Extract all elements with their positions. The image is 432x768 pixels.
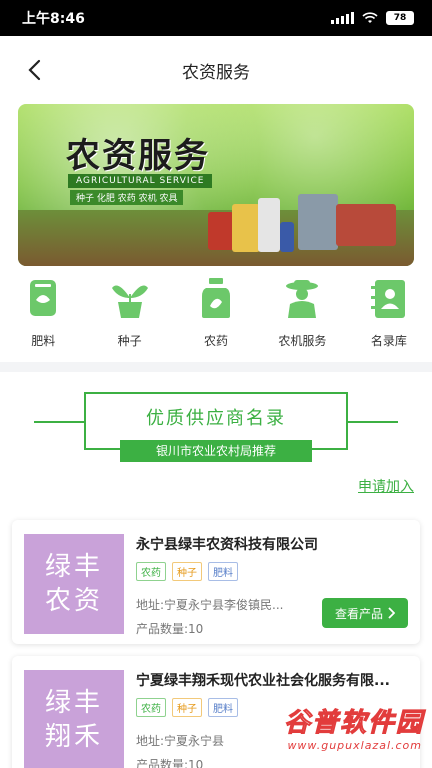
chevron-right-icon bbox=[388, 607, 395, 619]
supplier-section: 优质供应商名录 银川市农业农村局推荐 申请加入 绿丰 农资 永宁县绿丰农资科技有… bbox=[0, 372, 432, 768]
chevron-left-icon bbox=[28, 59, 41, 81]
tag-pesticide: 农药 bbox=[136, 698, 166, 717]
category-machinery[interactable]: 农机服务 bbox=[259, 276, 345, 356]
battery-icon: 78 bbox=[386, 11, 414, 25]
category-grid: 肥料 种子 农药 农机服务 名录库 bbox=[0, 276, 432, 356]
top-section: 农资服务 AGRICULTURAL SERVICE 种子 化肥 农药 农机 农具… bbox=[0, 104, 432, 362]
supplier-subtitle: 银川市农业农村局推荐 bbox=[120, 440, 312, 462]
category-pesticide[interactable]: 农药 bbox=[173, 276, 259, 356]
product-count: 产品数量:10 bbox=[136, 622, 204, 636]
category-label: 农机服务 bbox=[278, 334, 327, 348]
nav-bar: 农资服务 bbox=[0, 36, 432, 104]
contact-book-icon bbox=[370, 280, 405, 318]
supplier-title: 优质供应商名录 bbox=[146, 408, 286, 429]
product-bag bbox=[258, 198, 280, 252]
tag-pesticide: 农药 bbox=[136, 562, 166, 581]
divider bbox=[346, 421, 398, 423]
apply-join-link[interactable]: 申请加入 bbox=[358, 476, 414, 496]
farmer-icon bbox=[286, 280, 319, 318]
status-bar: 上午8:46 78 bbox=[0, 0, 432, 36]
supplier-header: 优质供应商名录 银川市农业农村局推荐 bbox=[0, 392, 432, 462]
fertilizer-icon bbox=[30, 280, 57, 316]
category-directory[interactable]: 名录库 bbox=[346, 276, 432, 356]
back-button[interactable] bbox=[18, 54, 50, 86]
status-icons: 78 bbox=[331, 11, 414, 25]
banner[interactable]: 农资服务 AGRICULTURAL SERVICE 种子 化肥 农药 农机 农具 bbox=[18, 104, 414, 266]
tag-seed: 种子 bbox=[172, 562, 202, 581]
category-label: 种子 bbox=[117, 334, 142, 348]
page-title: 农资服务 bbox=[182, 62, 250, 83]
category-label: 肥料 bbox=[31, 334, 56, 348]
divider bbox=[34, 421, 86, 423]
company-card[interactable]: 绿丰 农资 永宁县绿丰农资科技有限公司 农药 种子 肥料 地址:宁夏永宁县李俊镇… bbox=[12, 520, 420, 644]
product-count: 产品数量:10 bbox=[136, 758, 204, 768]
company-logo: 绿丰 农资 bbox=[24, 534, 124, 634]
category-label: 名录库 bbox=[370, 334, 407, 348]
product-bag bbox=[232, 204, 260, 252]
tag-fertilizer: 肥料 bbox=[208, 562, 238, 581]
category-label: 农药 bbox=[204, 334, 229, 348]
product-bag bbox=[208, 212, 234, 250]
banner-tags: 种子 化肥 农药 农机 农具 bbox=[70, 190, 184, 205]
tag-seed: 种子 bbox=[172, 698, 202, 717]
company-tags: 农药 种子 肥料 bbox=[136, 562, 238, 581]
product-box bbox=[298, 194, 338, 250]
signal-icon bbox=[331, 12, 354, 24]
status-time: 上午8:46 bbox=[22, 11, 85, 27]
watermark-logo: 谷普软件园 www.gupuxlazal.com bbox=[283, 708, 424, 753]
view-products-button[interactable]: 查看产品 bbox=[322, 598, 408, 628]
company-tags: 农药 种子 肥料 bbox=[136, 698, 238, 717]
pesticide-icon bbox=[202, 278, 231, 318]
company-name: 宁夏绿丰翔禾现代农业社会化服务有限... bbox=[136, 673, 390, 689]
category-seed[interactable]: 种子 bbox=[86, 276, 172, 356]
category-fertilizer[interactable]: 肥料 bbox=[0, 276, 86, 356]
company-logo: 绿丰 翔禾 bbox=[24, 670, 124, 768]
banner-title: 农资服务 bbox=[66, 136, 210, 176]
farm-machine bbox=[336, 204, 396, 246]
wifi-icon bbox=[362, 12, 378, 23]
seedling-icon bbox=[111, 285, 148, 318]
company-address: 地址:宁夏永宁县李俊镇民... bbox=[136, 598, 284, 612]
company-name: 永宁县绿丰农资科技有限公司 bbox=[136, 537, 318, 553]
banner-subtitle: AGRICULTURAL SERVICE bbox=[68, 174, 213, 188]
product-bottle bbox=[280, 222, 294, 252]
